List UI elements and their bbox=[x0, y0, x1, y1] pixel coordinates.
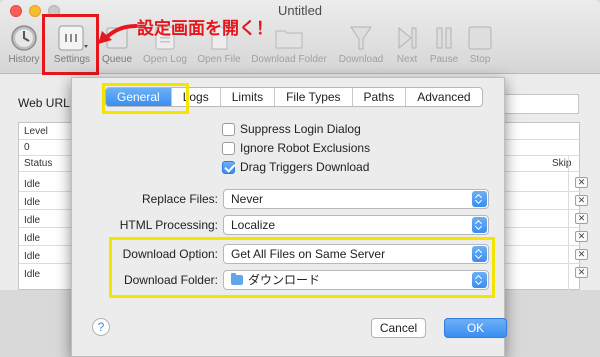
tab-paths[interactable]: Paths bbox=[353, 88, 407, 106]
table-row: Idle bbox=[24, 269, 41, 280]
table-row: Idle bbox=[24, 251, 41, 262]
pause-icon bbox=[436, 27, 452, 49]
stop-icon bbox=[468, 26, 492, 50]
html-processing-label: HTML Processing: bbox=[119, 218, 218, 232]
folder-icon bbox=[275, 30, 303, 49]
tab-advanced[interactable]: Advanced bbox=[406, 88, 481, 106]
skip-button[interactable]: ✕ bbox=[575, 177, 588, 188]
tab-limits[interactable]: Limits bbox=[221, 88, 276, 106]
toolbar-queue-label: Queue bbox=[101, 54, 133, 65]
checkbox-icon bbox=[222, 122, 235, 136]
table-row: Idle bbox=[24, 215, 41, 226]
replace-files-select[interactable]: Never bbox=[223, 189, 489, 209]
level-value: 0 bbox=[24, 142, 30, 153]
web-url-label: Web URL: bbox=[18, 96, 74, 110]
annotation-callout: 設定画面を開く！ bbox=[137, 19, 273, 38]
toolbar-next-label: Next bbox=[396, 54, 418, 65]
red-arrow-icon bbox=[98, 24, 138, 44]
html-processing-select[interactable]: Localize bbox=[223, 215, 489, 235]
html-processing-value: Localize bbox=[231, 218, 276, 232]
toolbar-stop-label: Stop bbox=[469, 54, 491, 65]
clock-icon bbox=[11, 25, 37, 51]
checkbox-icon bbox=[222, 141, 235, 155]
toolbar-stop-button[interactable]: Stop bbox=[464, 22, 496, 70]
next-icon bbox=[398, 26, 417, 50]
toolbar-open-log-label: Open Log bbox=[143, 54, 187, 65]
help-button[interactable]: ? bbox=[92, 318, 110, 336]
replace-files-label: Replace Files: bbox=[141, 192, 218, 206]
skip-button[interactable]: ✕ bbox=[575, 213, 588, 224]
replace-files-value: Never bbox=[231, 192, 264, 206]
drag-triggers-checkbox[interactable]: Drag Triggers Download bbox=[222, 159, 369, 175]
cancel-button[interactable]: Cancel bbox=[371, 318, 426, 338]
table-row: Idle bbox=[24, 197, 41, 208]
toolbar-download-label: Download bbox=[338, 54, 384, 65]
toolbar-history-button[interactable]: History bbox=[4, 22, 44, 70]
settings-dialog: General Logs Limits File Types Paths Adv… bbox=[71, 77, 507, 357]
tab-file-types[interactable]: File Types bbox=[275, 88, 353, 106]
toolbar-pause-button[interactable]: Pause bbox=[426, 22, 462, 70]
skip-button[interactable]: ✕ bbox=[575, 249, 588, 260]
skip-button[interactable]: ✕ bbox=[575, 231, 588, 242]
general-tab-highlight-box bbox=[102, 83, 189, 114]
settings-highlight-box bbox=[42, 14, 99, 75]
ok-button[interactable]: OK bbox=[444, 318, 507, 338]
status-header: Status bbox=[24, 158, 53, 169]
table-row: Idle bbox=[24, 179, 41, 190]
suppress-login-checkbox[interactable]: Suppress Login Dialog bbox=[222, 121, 361, 137]
toolbar-next-button[interactable]: Next bbox=[391, 22, 423, 70]
toolbar-history-label: History bbox=[8, 54, 40, 65]
download-settings-highlight-box bbox=[109, 237, 495, 298]
popup-stepper-icon bbox=[472, 217, 487, 233]
suppress-login-label: Suppress Login Dialog bbox=[240, 122, 361, 136]
skip-button[interactable]: ✕ bbox=[575, 267, 588, 278]
drag-triggers-label: Drag Triggers Download bbox=[240, 160, 370, 174]
checkmark-icon bbox=[222, 160, 235, 174]
table-row: Idle bbox=[24, 233, 41, 244]
ignore-robot-label: Ignore Robot Exclusions bbox=[240, 141, 371, 155]
toolbar-open-file-label: Open File bbox=[197, 54, 241, 65]
skip-button[interactable]: ✕ bbox=[575, 195, 588, 206]
ignore-robot-checkbox[interactable]: Ignore Robot Exclusions bbox=[222, 140, 370, 156]
toolbar-pause-label: Pause bbox=[429, 54, 459, 65]
toolbar-download-button[interactable]: Download bbox=[335, 22, 387, 70]
level-header: Level bbox=[24, 126, 48, 137]
toolbar-download-folder-label: Download Folder bbox=[251, 54, 327, 65]
download-funnel-icon bbox=[350, 26, 372, 50]
popup-stepper-icon bbox=[472, 191, 487, 207]
